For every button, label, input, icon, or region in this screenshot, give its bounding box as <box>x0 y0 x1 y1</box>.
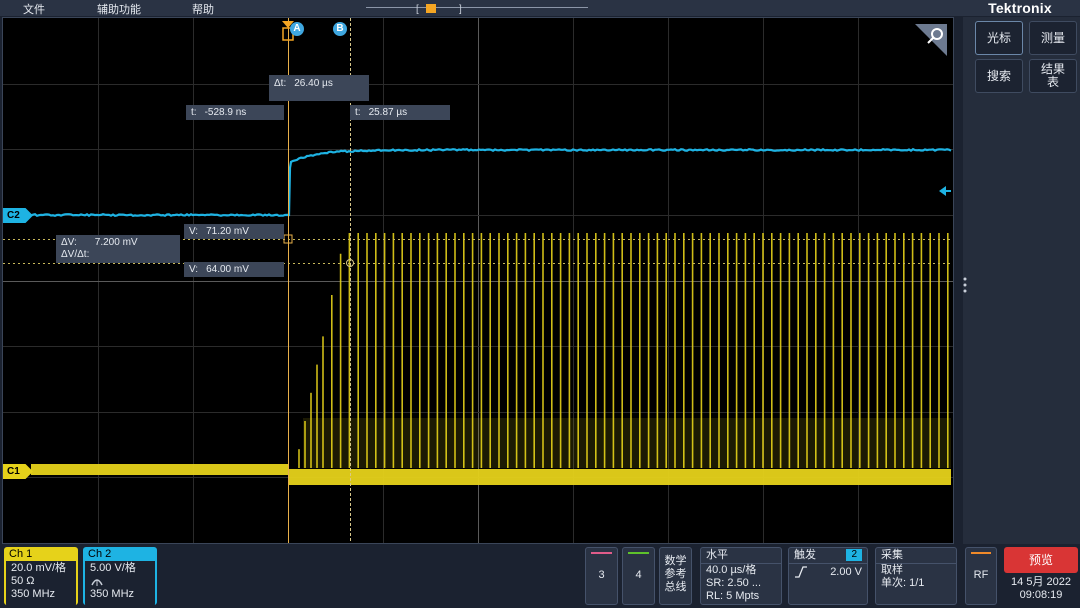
preview-button[interactable]: 预览 <box>1004 547 1078 573</box>
cursor-a-time-label: t: <box>191 107 197 118</box>
date: 14 5月 2022 <box>1004 576 1078 589</box>
ch1-impedance: 50 Ω <box>6 575 76 588</box>
cursor-b-voltage-value: 64.00 mV <box>206 264 249 275</box>
search-button[interactable]: 搜索 <box>975 59 1023 93</box>
ch1-badge[interactable]: Ch 1 20.0 mV/格 50 Ω 350 MHz <box>4 547 78 605</box>
ch2-waveform <box>31 149 951 216</box>
right-control-panel: 光标 测量 搜索 结果表 <box>963 17 1080 544</box>
menu-accessibility[interactable]: 辅助功能 <box>97 1 141 17</box>
delta-t-value: 26.40 µs <box>294 78 333 89</box>
ch2-scale: 5.00 V/格 <box>85 562 155 575</box>
rf-label: RF <box>974 569 989 581</box>
brand-logo: Tektronix <box>960 0 1080 16</box>
cursor-b-time-value: 25.87 µs <box>369 107 408 118</box>
results-table-button[interactable]: 结果表 <box>1029 59 1077 93</box>
acquire-panel[interactable]: 采集 取样 单次: 1/1 <box>875 547 957 605</box>
ch4-color-bar <box>628 552 649 554</box>
cursor-b-voltage-readout: V: 64.00 mV <box>184 262 284 277</box>
cursor-a-voltage-readout: V: 71.20 mV <box>184 224 284 239</box>
panel-handle-icon[interactable] <box>963 275 967 295</box>
dv-dt-label: ΔV/Δt: <box>61 249 89 260</box>
measure-button[interactable]: 测量 <box>1029 21 1077 55</box>
menu-file[interactable]: 文件 <box>23 1 45 17</box>
delta-v-label: ΔV: <box>61 237 77 248</box>
trigger-level: 2.00 V <box>830 566 862 579</box>
cursor-b-voltage-label: V: <box>189 264 198 275</box>
delta-t-label: Δt: <box>274 78 286 89</box>
ch1-baseline-band <box>31 464 289 475</box>
graticule[interactable] <box>3 18 953 543</box>
ch1-scale: 20.0 mV/格 <box>6 562 76 575</box>
time: 09:08:19 <box>1004 589 1078 602</box>
sample-rate: SR: 2.50 ... <box>701 577 781 590</box>
trigger-title-row: 触发 2 <box>789 548 867 564</box>
menu-help[interactable]: 帮助 <box>192 1 214 17</box>
trigger-title: 触发 <box>794 549 816 561</box>
cursor-b-time-readout: t: 25.87 µs <box>350 105 450 120</box>
ch3-label: 3 <box>598 569 604 581</box>
svg-text:]: ] <box>459 4 462 15</box>
trigger-panel[interactable]: 触发 2 2.00 V <box>788 547 868 605</box>
ch1-title: Ch 1 <box>4 547 78 561</box>
ch1-baseline-band <box>289 469 951 485</box>
ch3-color-bar <box>591 552 612 554</box>
cursor-a-voltage-value: 71.20 mV <box>206 226 249 237</box>
ch1-noise-envelope <box>303 418 951 468</box>
delta-v-readout: ΔV: 7.200 mV ΔV/Δt: <box>56 235 180 263</box>
cursor-b-time-label: t: <box>355 107 361 118</box>
acquire-mode: 取样 <box>876 564 956 577</box>
ch3-button[interactable]: 3 <box>585 547 618 605</box>
trigger-position-icon[interactable]: [ ] <box>416 2 466 16</box>
rf-color-bar <box>971 552 991 554</box>
record-length: RL: 5 Mpts <box>701 590 781 603</box>
cursor-b-handle[interactable]: B <box>333 22 347 36</box>
ch4-label: 4 <box>635 569 641 581</box>
menu-bar: 文件 辅助功能 帮助 [ ] <box>0 0 960 16</box>
trigger-level-arrow-icon[interactable] <box>939 184 951 196</box>
horizontal-scale: 40.0 µs/格 <box>701 564 781 577</box>
ch2-title: Ch 2 <box>83 547 157 561</box>
horizontal-panel[interactable]: 水平 40.0 µs/格 SR: 2.50 ... RL: 5 Mpts <box>700 547 782 605</box>
acquire-single: 单次: 1/1 <box>876 577 956 590</box>
waveform-view[interactable]: Δt: 26.40 µs t: -528.9 ns t: 25.87 µs V: 71.… <box>2 17 954 544</box>
record-view-bar[interactable] <box>366 7 588 8</box>
acquire-title: 采集 <box>876 548 956 564</box>
delta-v-value: 7.200 mV <box>95 237 138 248</box>
rf-button[interactable]: RF <box>965 547 997 605</box>
svg-text:[: [ <box>416 4 419 15</box>
horizontal-title: 水平 <box>701 548 781 564</box>
trigger-source-badge: 2 <box>846 549 862 561</box>
ch2-bandwidth: 350 MHz <box>85 588 155 601</box>
math-ref-bus-button[interactable]: 数学 参考 总线 <box>659 547 692 605</box>
ch4-button[interactable]: 4 <box>622 547 655 605</box>
cursor-a-voltage-label: V: <box>189 226 198 237</box>
cursor-a-time-value: -528.9 ns <box>205 107 247 118</box>
cursor-a-time-readout: t: -528.9 ns <box>186 105 284 120</box>
delta-t-readout: Δt: 26.40 µs <box>269 75 369 101</box>
cursor-a-handle[interactable]: A <box>290 22 304 36</box>
datetime: 14 5月 2022 09:08:19 <box>1004 576 1078 602</box>
cursor-button[interactable]: 光标 <box>975 21 1023 55</box>
rising-edge-icon <box>794 566 808 578</box>
ch1-bandwidth: 350 MHz <box>6 588 76 601</box>
ch2-badge[interactable]: Ch 2 5.00 V/格 350 MHz <box>83 547 157 605</box>
zoom-icon[interactable] <box>915 24 947 56</box>
probe-icon <box>85 575 155 588</box>
